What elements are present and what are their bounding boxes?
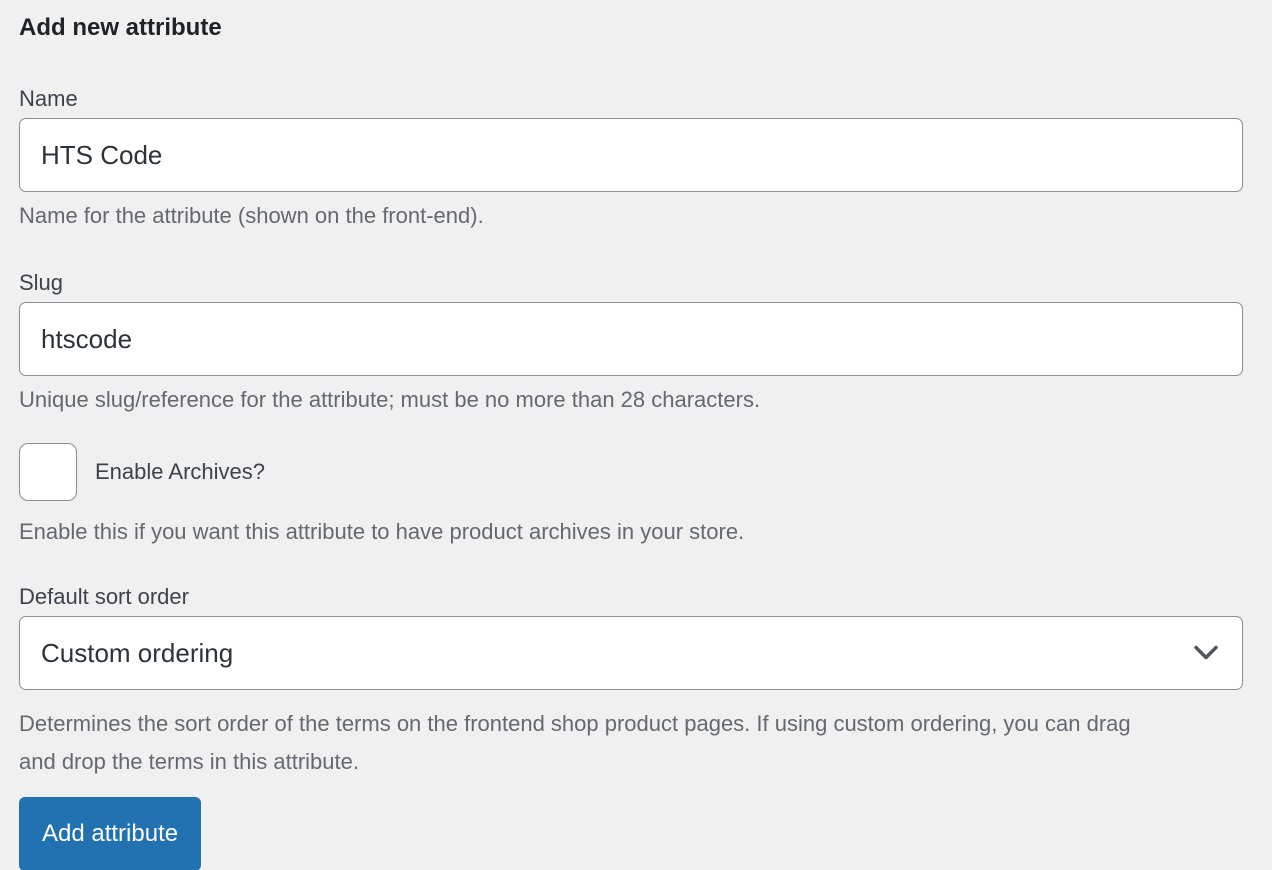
add-attribute-button[interactable]: Add attribute [19, 797, 202, 870]
enable-archives-help-text: Enable this if you want this attribute t… [19, 519, 745, 544]
default-sort-order-label: Default sort order [19, 584, 189, 609]
slug-label: Slug [19, 270, 64, 295]
chevron-down-icon [1194, 645, 1218, 660]
enable-archives-row: Enable Archives? [19, 443, 1243, 501]
enable-archives-checkbox[interactable] [19, 443, 77, 501]
name-help-text: Name for the attribute (shown on the fro… [19, 203, 484, 228]
name-label: Name [19, 86, 78, 111]
slug-input[interactable] [19, 302, 1243, 376]
slug-help-text: Unique slug/reference for the attribute;… [19, 387, 761, 412]
add-attribute-form: Add new attribute Name Name for the attr… [0, 0, 1272, 870]
name-input[interactable] [19, 118, 1243, 192]
default-sort-order-select[interactable]: Custom ordering [19, 616, 1243, 690]
enable-archives-label: Enable Archives? [95, 459, 265, 484]
default-sort-order-selected-value: Custom ordering [41, 637, 234, 668]
form-title: Add new attribute [19, 14, 222, 41]
default-sort-order-help-text: Determines the sort order of the terms o… [19, 711, 1131, 774]
